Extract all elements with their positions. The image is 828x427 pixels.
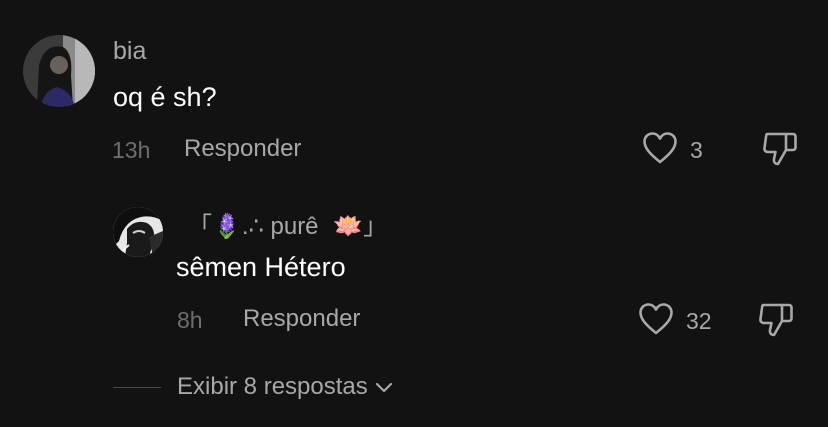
username-prefix: 「	[188, 213, 212, 240]
reply-text: sêmen Hétero	[176, 252, 346, 282]
lotus-emoji-icon: 🪷	[333, 212, 364, 240]
comment-timestamp: 13h	[112, 137, 151, 163]
reply-avatar[interactable]	[113, 207, 163, 257]
username-suffix: 」	[363, 213, 388, 240]
reply-button[interactable]: Responder	[184, 135, 301, 163]
thumbs-down-icon	[758, 303, 794, 342]
comment-username[interactable]: bia	[113, 37, 146, 66]
view-replies-label: Exibir 8 respostas	[177, 373, 368, 400]
heart-icon	[638, 302, 674, 341]
heart-icon	[642, 131, 678, 170]
reply-username[interactable]: 「🪻.∴ purê 🪷」	[188, 206, 387, 241]
thumbs-down-icon	[762, 132, 798, 171]
username-main: .∴ purê	[241, 213, 326, 240]
reply-like-count: 32	[686, 308, 712, 334]
like-button[interactable]: 3	[642, 131, 703, 170]
avatar[interactable]	[23, 35, 95, 107]
reply-timestamp: 8h	[177, 307, 203, 333]
like-count: 3	[690, 137, 703, 163]
hyacinth-emoji-icon: 🪻	[212, 212, 242, 240]
comment-text: oq é sh?	[113, 82, 217, 112]
view-replies-button[interactable]: Exibir 8 respostas	[177, 373, 394, 401]
reply-reply-button[interactable]: Responder	[243, 305, 360, 333]
replies-divider	[113, 387, 161, 388]
reply-like-button[interactable]: 32	[638, 302, 712, 341]
chevron-down-icon	[374, 380, 394, 394]
reply-dislike-button[interactable]	[758, 302, 794, 343]
dislike-button[interactable]	[762, 131, 798, 172]
